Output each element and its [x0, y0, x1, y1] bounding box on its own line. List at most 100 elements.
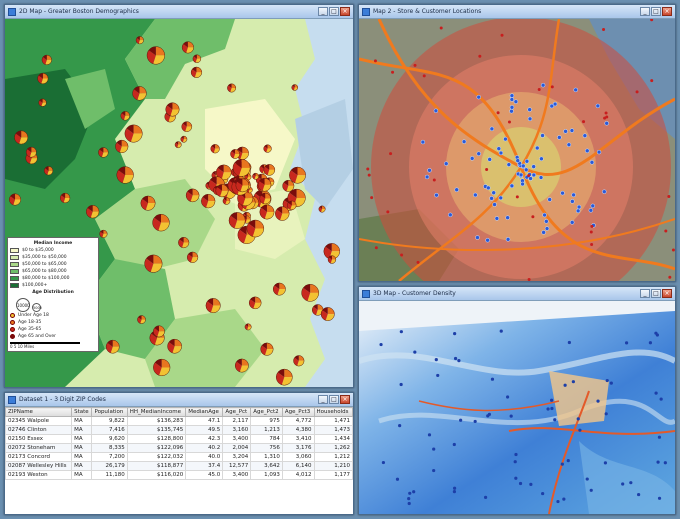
column-header[interactable]: ZIPName [5, 407, 73, 417]
close-button[interactable]: × [662, 7, 672, 16]
dataset-table-window[interactable]: Dataset 1 - 3 Digit ZIP Codes _ □ × ZIPN… [4, 392, 354, 515]
table-cell[interactable]: $136,283 [126, 416, 187, 426]
table-cell[interactable]: 3,400 [222, 434, 252, 444]
table-cell[interactable]: MA [71, 416, 93, 426]
density-surface-3d[interactable] [359, 301, 675, 514]
table-cell[interactable]: 40.0 [185, 452, 224, 462]
table-cell[interactable]: 02193 Weston [5, 470, 73, 480]
table-cell[interactable]: 1,471 [313, 416, 353, 426]
table-cell[interactable]: 1,213 [250, 425, 283, 435]
table-window-titlebar[interactable]: Dataset 1 - 3 Digit ZIP Codes _ □ × [5, 393, 353, 407]
choropleth-map[interactable]: Median Income $0 to $35,000 $35,000 to $5… [5, 19, 353, 387]
table-cell[interactable]: 02746 Clinton [5, 425, 73, 435]
column-header[interactable]: Age_Pct [222, 407, 252, 417]
table-cell[interactable]: $116,020 [126, 470, 187, 480]
table-cell[interactable]: 2,117 [222, 416, 252, 426]
table-cell[interactable]: 4,380 [281, 425, 315, 435]
table-cell[interactable]: 1,310 [250, 452, 283, 462]
maximize-button[interactable]: □ [651, 7, 661, 16]
table-cell[interactable]: 42.3 [185, 434, 224, 444]
close-button[interactable]: × [340, 395, 350, 404]
table-cell[interactable]: 4,772 [281, 416, 315, 426]
column-header[interactable]: State [71, 407, 93, 417]
table-cell[interactable]: 49.5 [185, 425, 224, 435]
maximize-button[interactable]: □ [329, 395, 339, 404]
table-cell[interactable]: 02072 Stoneham [5, 443, 73, 453]
table-cell[interactable]: 02087 Wellesley Hills [5, 461, 73, 471]
table-row[interactable]: 02072 Stoneham MA 8,335 $122,096 40.2 2,004 75… [5, 443, 353, 453]
table-cell[interactable]: 3,410 [281, 434, 315, 444]
table-cell[interactable]: 6,140 [281, 461, 315, 471]
table-cell[interactable]: 1,212 [313, 452, 353, 462]
table-cell[interactable]: 4,012 [281, 470, 315, 480]
table-cell[interactable]: $122,032 [126, 452, 187, 462]
table-cell[interactable]: 975 [250, 416, 283, 426]
column-header[interactable]: HH_MedianIncome [126, 407, 187, 417]
map-window-titlebar[interactable]: 2D Map - Greater Boston Demographics _ □… [5, 5, 353, 19]
maximize-button[interactable]: □ [651, 289, 661, 298]
table-cell[interactable]: $118,877 [126, 461, 187, 471]
map-window-3d[interactable]: 3D Map - Customer Density _ □ × [358, 286, 676, 515]
table-cell[interactable]: 26,179 [91, 461, 128, 471]
table-cell[interactable]: 1,262 [313, 443, 353, 453]
table-cell[interactable]: 12,577 [222, 461, 252, 471]
table-cell[interactable]: MA [71, 425, 93, 435]
table-cell[interactable]: $122,096 [126, 443, 187, 453]
table-cell[interactable]: 8,335 [91, 443, 128, 453]
table-row[interactable]: 02087 Wellesley Hills MA 26,179 $118,877 37.… [5, 461, 353, 471]
minimize-button[interactable]: _ [318, 7, 328, 16]
table-cell[interactable]: 1,177 [313, 470, 353, 480]
table-row[interactable]: 02345 Walpole MA 9,822 $136,283 47.1 2,117 975… [5, 416, 353, 426]
close-button[interactable]: × [340, 7, 350, 16]
table-cell[interactable]: 02150 Essex [5, 434, 73, 444]
table-cell[interactable]: 1,473 [313, 425, 353, 435]
table-cell[interactable]: 9,620 [91, 434, 128, 444]
table-cell[interactable]: MA [71, 434, 93, 444]
map-window-demographics[interactable]: 2D Map - Greater Boston Demographics _ □… [4, 4, 354, 388]
table-cell[interactable]: 11,180 [91, 470, 128, 480]
table-cell[interactable]: 3,204 [222, 452, 252, 462]
table-row[interactable]: 02746 Clinton MA 7,416 $135,745 49.5 3,160 1,2… [5, 425, 353, 435]
table-cell[interactable]: 40.2 [185, 443, 224, 453]
column-header[interactable]: MedianAge [185, 407, 224, 417]
table-cell[interactable]: 2,004 [222, 443, 252, 453]
table-cell[interactable]: 02345 Walpole [5, 416, 73, 426]
table-cell[interactable]: 02173 Concord [5, 452, 73, 462]
table-cell[interactable]: 7,416 [91, 425, 128, 435]
column-header[interactable]: Households [313, 407, 353, 417]
table-cell[interactable]: MA [71, 452, 93, 462]
table-cell[interactable]: 1,210 [313, 461, 353, 471]
map-window-titlebar[interactable]: 3D Map - Customer Density _ □ × [359, 287, 675, 301]
table-cell[interactable]: 3,176 [281, 443, 315, 453]
table-row[interactable]: 02173 Concord MA 7,200 $122,032 40.0 3,204 1,3… [5, 452, 353, 462]
column-header[interactable]: Age_Pct2 [250, 407, 283, 417]
table-row[interactable]: 02150 Essex MA 9,620 $128,800 42.3 3,400 784 3,… [5, 434, 353, 444]
table-cell[interactable]: 3,642 [250, 461, 283, 471]
minimize-button[interactable]: _ [640, 289, 650, 298]
table-cell[interactable]: 756 [250, 443, 283, 453]
table-cell[interactable]: 3,400 [222, 470, 252, 480]
table-cell[interactable]: 3,060 [281, 452, 315, 462]
aerial-buffer-map[interactable] [359, 19, 675, 281]
table-cell[interactable]: 9,822 [91, 416, 128, 426]
table-cell[interactable]: 3,160 [222, 425, 252, 435]
table-cell[interactable]: MA [71, 461, 93, 471]
table-cell[interactable]: 1,093 [250, 470, 283, 480]
table-cell[interactable]: $135,745 [126, 425, 187, 435]
table-cell[interactable]: 1,434 [313, 434, 353, 444]
table-cell[interactable]: 47.1 [185, 416, 224, 426]
dataset-table-area[interactable]: ZIPName State Population HH_MedianIncome Med… [5, 407, 353, 514]
table-cell[interactable]: 7,200 [91, 452, 128, 462]
table-cell[interactable]: $128,800 [126, 434, 187, 444]
table-cell[interactable]: 784 [250, 434, 283, 444]
column-header[interactable]: Population [91, 407, 128, 417]
column-header[interactable]: Age_Pct3 [281, 407, 315, 417]
map-window-stores[interactable]: Map 2 - Store & Customer Locations _ □ × [358, 4, 676, 282]
close-button[interactable]: × [662, 289, 672, 298]
table-cell[interactable]: MA [71, 470, 93, 480]
table-row[interactable]: 02193 Weston MA 11,180 $116,020 45.0 3,400 1,0… [5, 470, 353, 480]
maximize-button[interactable]: □ [329, 7, 339, 16]
table-cell[interactable]: 45.0 [185, 470, 224, 480]
minimize-button[interactable]: _ [640, 7, 650, 16]
table-cell[interactable]: MA [71, 443, 93, 453]
